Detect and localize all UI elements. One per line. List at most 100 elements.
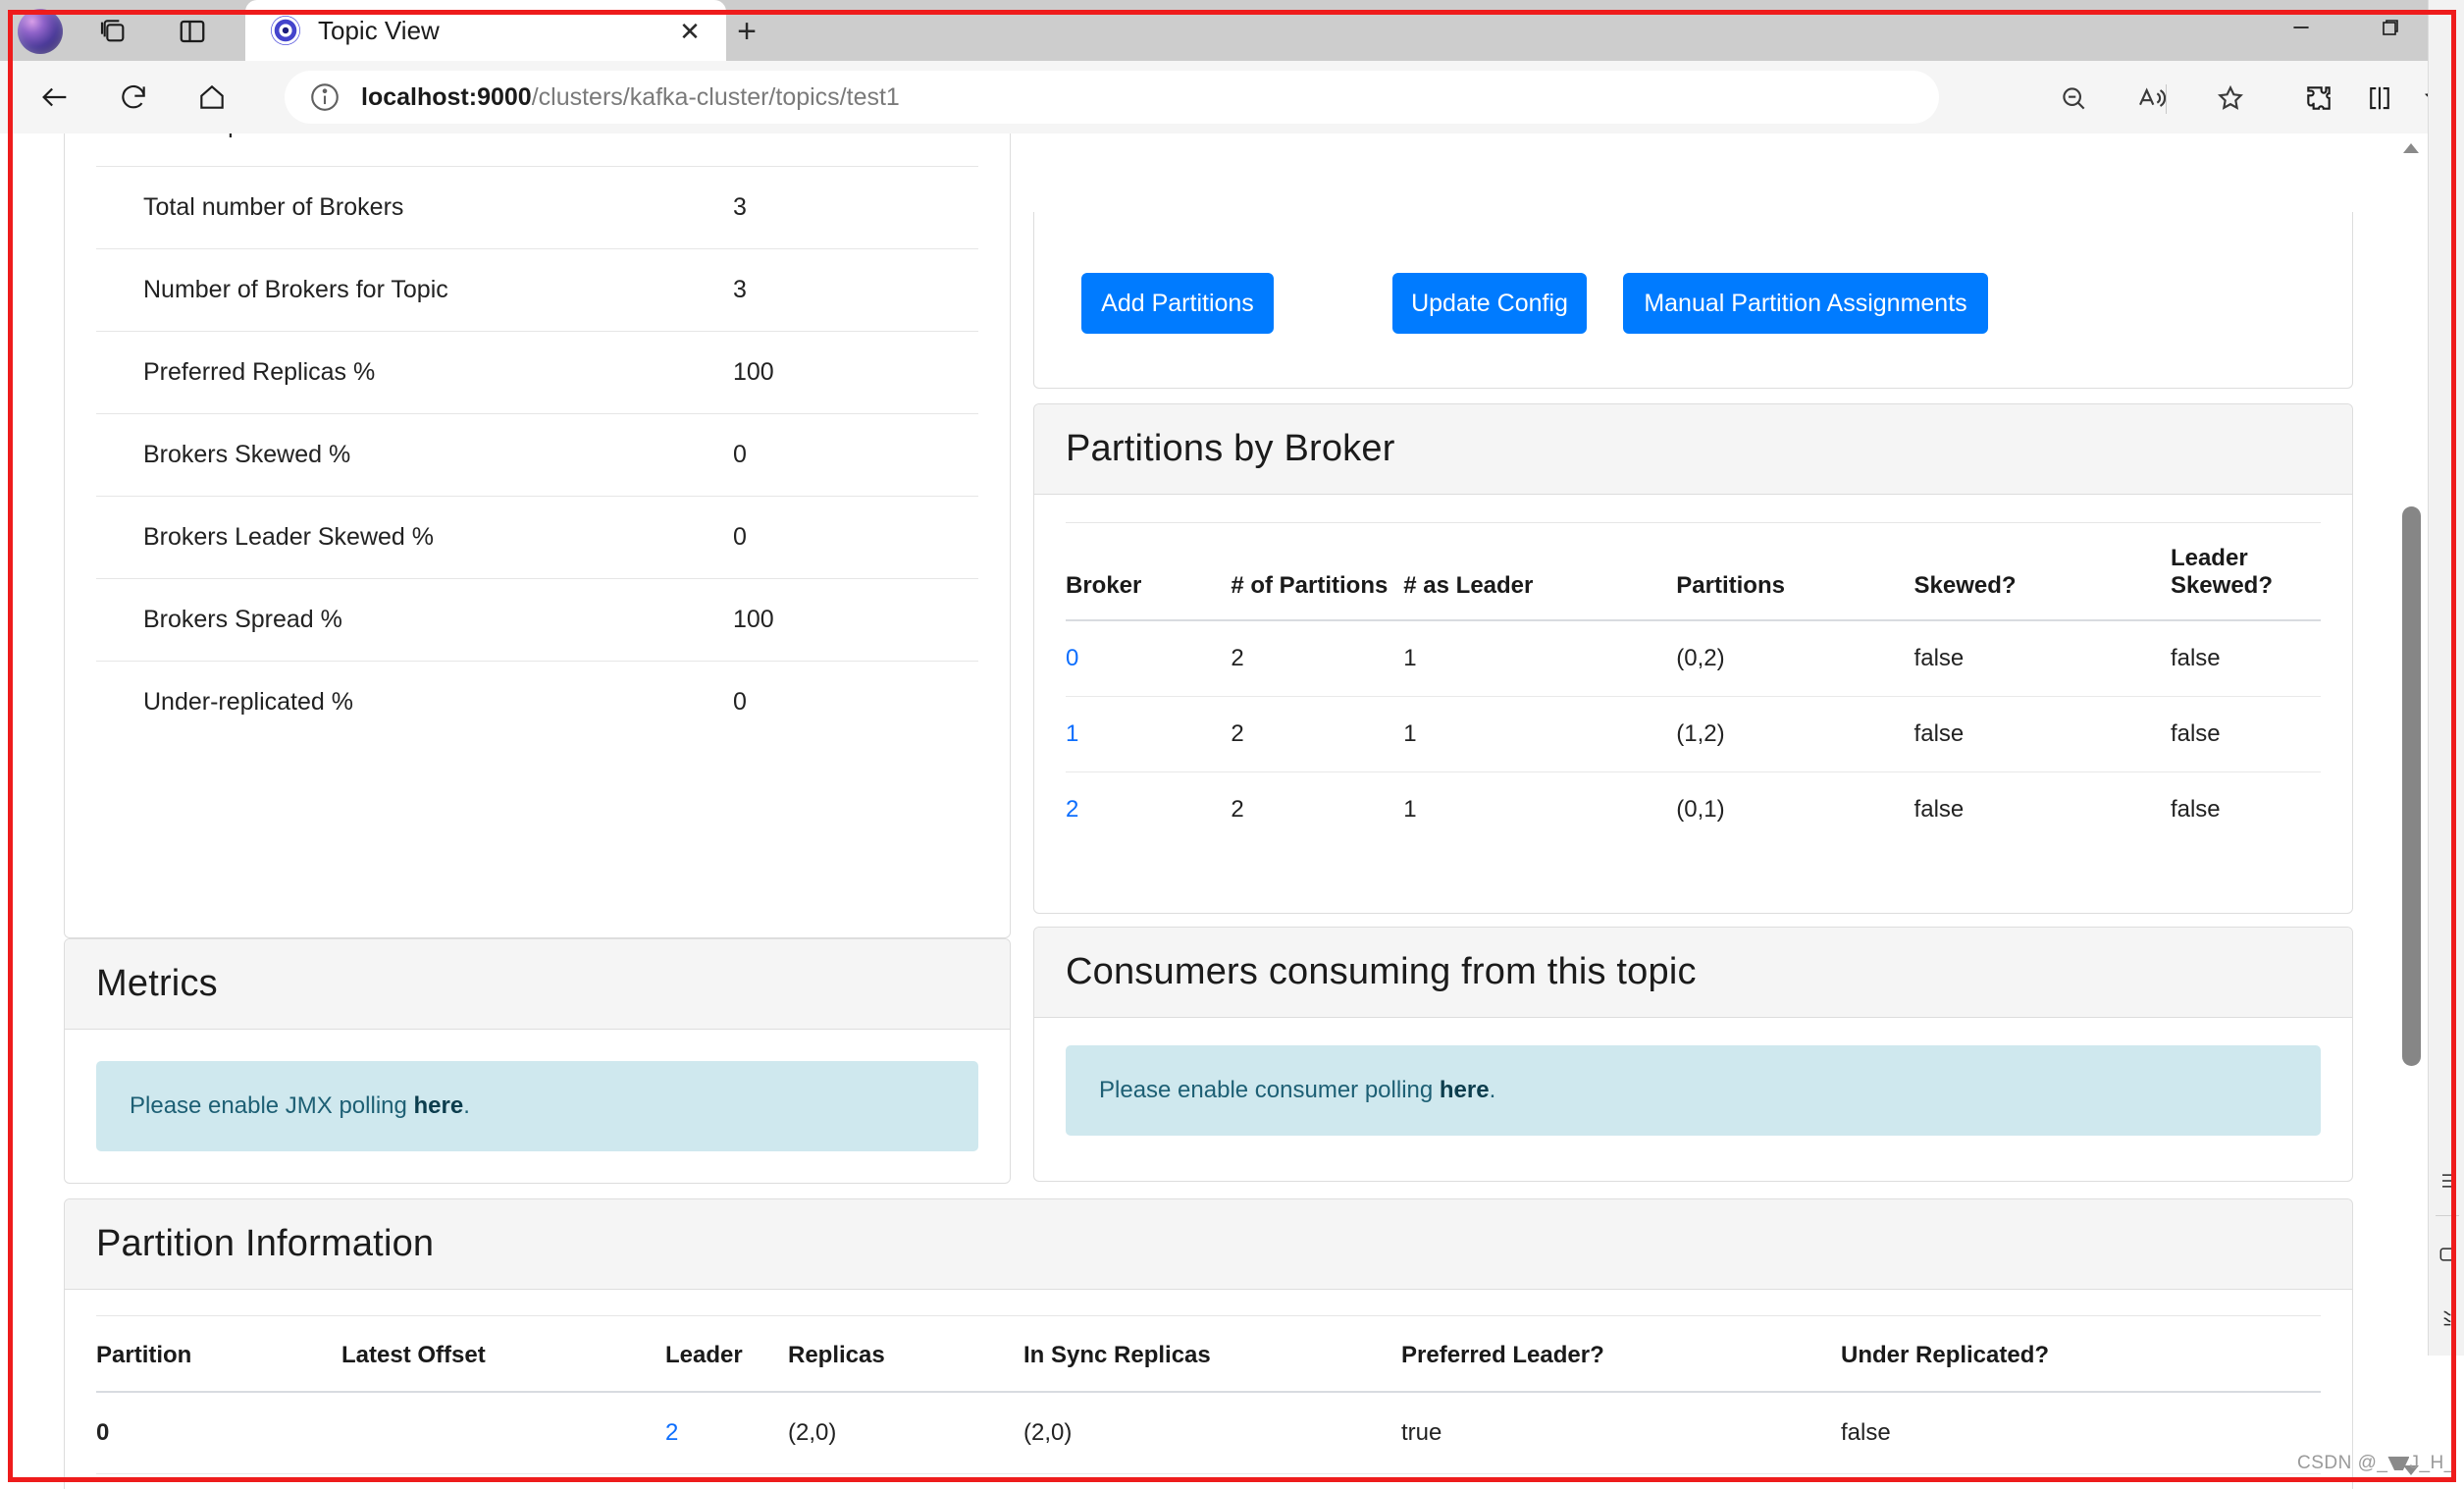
address-bar[interactable]: localhost:9000/clusters/kafka-cluster/to…: [285, 71, 1939, 124]
cell-preferred-leader: true: [1401, 1473, 1841, 1489]
summary-value: 0: [733, 413, 978, 497]
cell-skewed: false: [1914, 645, 1965, 671]
reload-icon[interactable]: [108, 73, 159, 122]
site-info-icon[interactable]: [308, 80, 341, 114]
vertical-scrollbar[interactable]: [2394, 133, 2428, 1489]
cell-partitions: (0,1): [1676, 771, 1914, 847]
url-path: /clusters/kafka-cluster/topics/test1: [531, 82, 900, 111]
partitions-by-broker-table: Broker # of Partitions # as Leader Parti…: [1066, 522, 2321, 847]
page-viewport: Sum of partition offsets 0 Total number …: [0, 133, 2464, 1489]
partitions-by-broker-title: Partitions by Broker: [1066, 428, 1395, 469]
partitions-by-broker-card: Partitions by Broker Broker # of Partiti…: [1033, 403, 2353, 914]
update-config-button[interactable]: Update Config: [1392, 273, 1587, 334]
table-row: Under-replicated % 0: [96, 661, 978, 743]
broker-link[interactable]: 0: [1066, 645, 1078, 671]
scrollbar-thumb[interactable]: [2402, 506, 2421, 1066]
summary-key: Sum of partition offsets: [96, 133, 733, 167]
cell-skewed: false: [1914, 696, 2171, 772]
sidebar-tools-icon[interactable]: [2435, 1168, 2460, 1194]
split-screen-icon[interactable]: [2357, 77, 2402, 120]
col-num-as-leader: # as Leader: [1403, 522, 1677, 621]
vertical-tabs-icon[interactable]: [173, 14, 212, 49]
col-leader-skewed: Leader Skewed?: [2170, 522, 2321, 621]
scroll-up-arrow-icon[interactable]: [2401, 141, 2421, 155]
jmx-alert-link[interactable]: here: [414, 1092, 464, 1119]
table-row: 1 2 1 (1,2) false false: [1066, 696, 2321, 772]
consumer-alert-suffix: .: [1489, 1077, 1496, 1103]
home-icon[interactable]: [186, 73, 237, 122]
watermark-blob-icon: [2387, 1457, 2410, 1470]
table-row: Sum of partition offsets 0: [96, 133, 978, 167]
consumers-card: Consumers consuming from this topic Plea…: [1033, 927, 2353, 1182]
summary-value: 0: [733, 133, 978, 167]
consumer-alert-text: Please enable consumer polling: [1099, 1077, 1440, 1103]
summary-value: 3: [733, 166, 978, 249]
cell-partition: 1: [96, 1473, 341, 1489]
table-row: Number of Brokers for Topic 3: [96, 248, 978, 332]
partition-information-title: Partition Information: [96, 1223, 435, 1264]
jmx-polling-alert: Please enable JMX polling here.: [96, 1061, 978, 1151]
sidebar-copilot-icon[interactable]: [2435, 1242, 2460, 1267]
cell-num-as-leader: 1: [1403, 645, 1417, 671]
browser-window: Topic View ✕ + localhost:9000/clusters/k…: [0, 0, 2464, 1489]
partitions-by-broker-header: Partitions by Broker: [1034, 404, 2352, 495]
tab-stack-icon[interactable]: [94, 14, 133, 49]
col-skewed: Skewed?: [1914, 522, 2171, 621]
sidebar-settings-icon[interactable]: [2435, 1305, 2460, 1331]
col-num-partitions: # of Partitions: [1231, 522, 1404, 621]
cell-replicas: (1,2): [788, 1473, 1023, 1489]
cell-num-partitions: 2: [1231, 771, 1404, 847]
extensions-icon[interactable]: [2296, 77, 2341, 120]
partition-information-card: Partition Information Partition Latest O…: [64, 1198, 2353, 1489]
cell-num-partitions: 2: [1231, 645, 1244, 671]
consumer-polling-alert: Please enable consumer polling here.: [1066, 1045, 2321, 1136]
cell-partitions: (1,2): [1676, 696, 1914, 772]
jmx-alert-suffix: .: [463, 1092, 470, 1119]
broker-link[interactable]: 1: [1066, 720, 1078, 747]
table-row: Brokers Leader Skewed % 0: [96, 496, 978, 579]
window-maximize-button[interactable]: [2355, 0, 2426, 55]
summary-key: Number of Brokers for Topic: [96, 248, 733, 332]
new-tab-button[interactable]: +: [726, 12, 767, 51]
summary-value: 3: [733, 248, 978, 332]
manual-partition-assignments-button[interactable]: Manual Partition Assignments: [1623, 273, 1988, 334]
cell-leader-skewed: false: [2170, 696, 2321, 772]
leader-link[interactable]: 2: [665, 1419, 678, 1446]
tab-close-icon[interactable]: ✕: [675, 17, 705, 46]
tab-favicon-icon: [271, 16, 300, 45]
profile-avatar-icon[interactable]: [18, 9, 63, 54]
zoom-out-icon[interactable]: [2051, 77, 2096, 120]
summary-key: Under-replicated %: [96, 661, 733, 743]
read-aloud-icon[interactable]: [2129, 77, 2175, 120]
cell-preferred-leader: true: [1401, 1419, 1442, 1446]
cell-latest-offset: [341, 1473, 665, 1489]
cell-isr: (1,2): [1023, 1473, 1401, 1489]
summary-key: Preferred Replicas %: [96, 331, 733, 414]
col-broker: Broker: [1066, 522, 1232, 621]
col-latest-offset: Latest Offset: [341, 1315, 665, 1393]
window-minimize-button[interactable]: [2266, 0, 2336, 55]
cell-skewed: false: [1914, 771, 2171, 847]
summary-value: 0: [733, 496, 978, 579]
tab-strip: Topic View ✕ +: [0, 0, 2464, 61]
broker-link[interactable]: 2: [1066, 796, 1078, 823]
col-under-replicated: Under Replicated?: [1841, 1315, 2321, 1393]
partition-information-header: Partition Information: [65, 1199, 2352, 1290]
add-partitions-button[interactable]: Add Partitions: [1081, 273, 1274, 334]
col-partitions: Partitions: [1676, 522, 1914, 621]
consumer-alert-link[interactable]: here: [1440, 1077, 1490, 1103]
col-preferred-leader: Preferred Leader?: [1401, 1315, 1841, 1393]
back-icon[interactable]: [29, 73, 80, 122]
summary-value: 0: [733, 661, 978, 743]
table-row: Brokers Skewed % 0: [96, 413, 978, 497]
jmx-alert-text: Please enable JMX polling: [130, 1092, 414, 1119]
favorite-star-icon[interactable]: [2208, 77, 2253, 120]
topic-actions-card: Add Partitions Update Config Manual Part…: [1033, 212, 2353, 389]
table-row: 2 2 1 (0,1) false false: [1066, 771, 2321, 847]
col-replicas: Replicas: [788, 1315, 1023, 1393]
table-row: Preferred Replicas % 100: [96, 331, 978, 414]
browser-tab-topic-view[interactable]: Topic View ✕: [245, 0, 726, 61]
address-bar-row: localhost:9000/clusters/kafka-cluster/to…: [0, 61, 2464, 133]
watermark-suffix: J_H_: [2409, 1453, 2455, 1473]
table-header-row: Partition Latest Offset Leader Replicas …: [96, 1315, 2321, 1393]
